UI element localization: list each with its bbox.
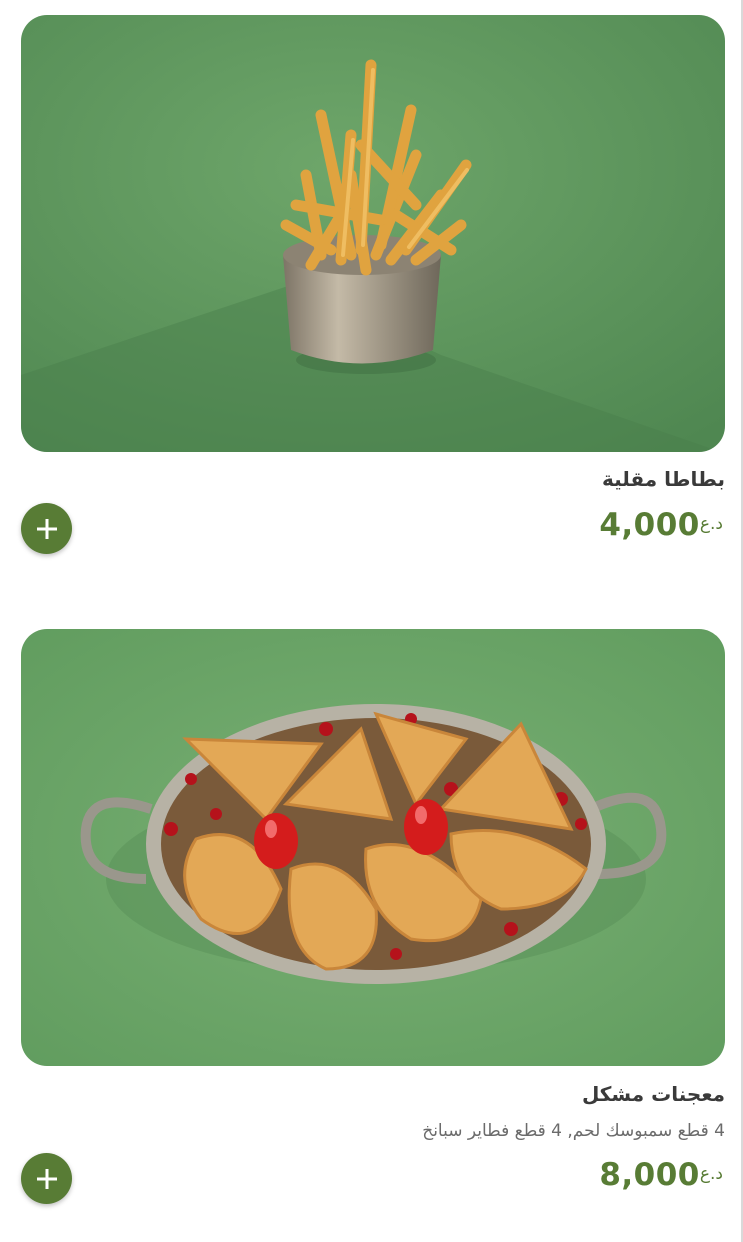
plus-icon: [36, 1168, 57, 1189]
item-title: معجنات مشكل: [581, 1082, 725, 1106]
price-amount: 4,000: [599, 507, 700, 543]
item-price: 4,000 د.ع: [599, 507, 725, 543]
add-to-cart-button[interactable]: [21, 1153, 72, 1204]
price-currency: د.ع: [699, 1164, 723, 1184]
item-title: بطاطا مقلية: [601, 467, 725, 491]
menu-item-card[interactable]: بطاطا مقلية 4,000 د.ع: [21, 15, 725, 560]
menu-item-card[interactable]: معجنات مشكل 4 قطع سمبوسك لحم, 4 قطع فطاي…: [21, 629, 725, 1209]
item-description: 4 قطع سمبوسك لحم, 4 قطع فطاير سبانخ: [422, 1121, 725, 1141]
item-photo-pastries[interactable]: [21, 629, 725, 1066]
price-currency: د.ع: [699, 514, 723, 534]
price-amount: 8,000: [599, 1157, 700, 1193]
item-price: 8,000 د.ع: [599, 1157, 725, 1193]
plus-icon: [36, 518, 57, 539]
add-to-cart-button[interactable]: [21, 503, 72, 554]
item-photo-fries[interactable]: [21, 15, 725, 452]
